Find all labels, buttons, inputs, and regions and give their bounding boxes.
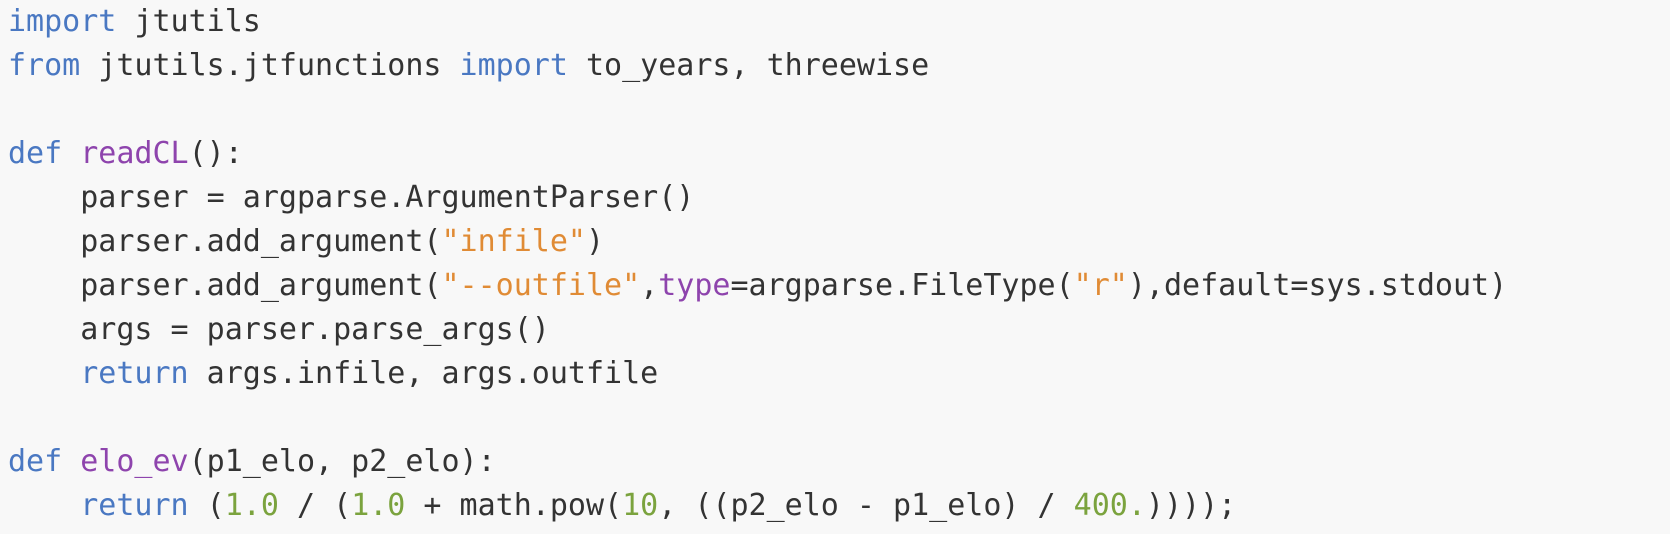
number-token: 400. xyxy=(1073,488,1146,523)
code-line: import jtutils xyxy=(8,0,1670,44)
code-token: , ((p2_elo - p1_elo) / xyxy=(658,488,1074,523)
function-name-token: readCL xyxy=(80,136,189,171)
code-line: def readCL(): xyxy=(8,132,1670,176)
code-line: args = parser.parse_args() xyxy=(8,308,1670,352)
code-token: + math.pow( xyxy=(405,488,623,523)
code-line: return (1.0 / (1.0 + math.pow(10, ((p2_e… xyxy=(8,484,1670,528)
number-token: 1.0 xyxy=(351,488,406,523)
code-token: )))); xyxy=(1145,488,1237,523)
code-line: def elo_ev(p1_elo, p2_elo): xyxy=(8,440,1670,484)
code-token: jtutils xyxy=(116,4,261,39)
keyword-token: import xyxy=(459,48,568,83)
string-token: "--outfile" xyxy=(441,268,641,303)
code-token: (): xyxy=(188,136,243,171)
code-token: (p1_elo, p2_elo): xyxy=(188,444,496,479)
string-token: "r" xyxy=(1073,268,1128,303)
keyword-token: from xyxy=(8,48,81,83)
code-line: return args.infile, args.outfile xyxy=(8,352,1670,396)
function-name-token: elo_ev xyxy=(80,444,189,479)
code-token: jtutils.jtfunctions xyxy=(80,48,460,83)
code-token: parser.add_argument( xyxy=(8,224,442,259)
code-token: args.infile, args.outfile xyxy=(188,356,659,391)
code-line: ​ xyxy=(8,396,1670,440)
code-token: parser = argparse.ArgumentParser() xyxy=(8,180,695,215)
string-token: "infile" xyxy=(441,224,586,259)
code-token: args = parser.parse_args() xyxy=(8,312,550,347)
code-token: parser.add_argument( xyxy=(8,268,442,303)
code-editor[interactable]: import jtutils from jtutils.jtfunctions i… xyxy=(0,0,1670,534)
code-token: to_years, threewise xyxy=(567,48,930,83)
keyword-token: import xyxy=(8,4,117,39)
code-token: , xyxy=(640,268,659,303)
code-line: parser.add_argument("infile") xyxy=(8,220,1670,264)
keyword-token: def xyxy=(8,136,63,171)
code-line: parser.add_argument("--outfile",type=arg… xyxy=(8,264,1670,308)
code-token: / ( xyxy=(278,488,352,523)
number-token: 10 xyxy=(622,488,659,523)
keyword-token: return xyxy=(80,356,189,391)
code-line: ​ xyxy=(8,88,1670,132)
keyword-token: def xyxy=(8,444,63,479)
code-line: from jtutils.jtfunctions import to_years… xyxy=(8,44,1670,88)
code-line: parser = argparse.ArgumentParser() xyxy=(8,176,1670,220)
code-token: ( xyxy=(188,488,225,523)
code-token: ) xyxy=(585,224,605,259)
code-token: ),default=sys.stdout) xyxy=(1127,268,1508,303)
number-token: 1.0 xyxy=(224,488,279,523)
keyword-token: return xyxy=(80,488,189,523)
code-token: =argparse.FileType( xyxy=(730,268,1074,303)
function-name-token: type xyxy=(658,268,731,303)
